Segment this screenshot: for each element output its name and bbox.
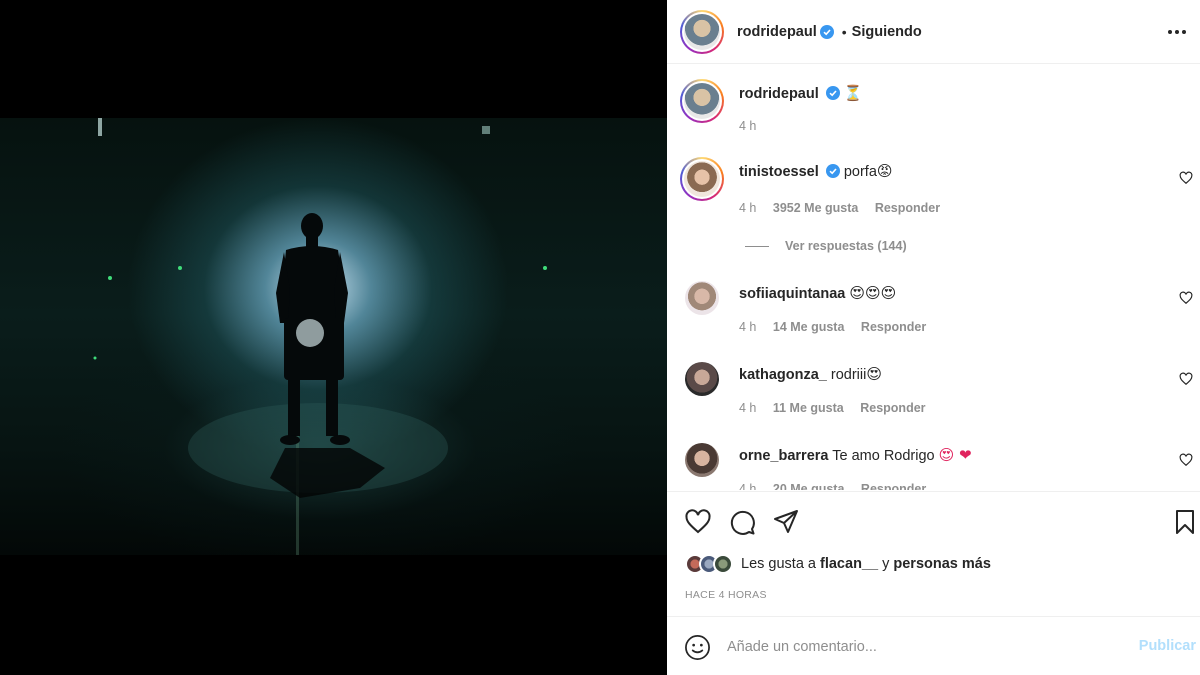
post-photo[interactable] (0, 118, 667, 555)
comment-time: 4 h (739, 401, 757, 415)
view-replies-button[interactable]: Ver respuestas (144) (745, 239, 907, 253)
comment-avatar[interactable] (685, 281, 719, 315)
likes-and: y (882, 556, 890, 572)
likes-summary[interactable]: Les gusta a flacan__ y personas más (685, 554, 991, 574)
comment-emoji: 😍 ❤ (938, 446, 972, 464)
comment-username[interactable]: sofiiaquintanaa (739, 286, 845, 302)
comment-avatar[interactable] (685, 362, 719, 396)
following-button[interactable]: Siguiendo (852, 24, 922, 40)
reply-button[interactable]: Responder (860, 401, 925, 415)
comment-item: orne_barrera Te amo Rodrigo 😍 ❤ 4 h 20 M… (667, 441, 1200, 490)
more-icon[interactable] (1166, 22, 1188, 42)
likes-others[interactable]: personas más (893, 556, 991, 572)
comment-emoji: 😍 (866, 365, 882, 383)
verified-icon (819, 24, 834, 39)
post-actions: Les gusta a flacan__ y personas más HACE… (667, 491, 1200, 616)
post-timestamp: HACE 4 HORAS (685, 589, 767, 601)
bookmark-icon[interactable] (1171, 508, 1199, 536)
reply-button[interactable]: Responder (861, 482, 926, 490)
comment-emoji: 😍😍😍 (849, 284, 897, 302)
caption: rodridepaul ⏳ 4 h (667, 79, 1200, 139)
comment-item: sofiiaquintanaa 😍😍😍 4 h 14 Me gusta Resp… (667, 279, 1200, 339)
liker-avatar (713, 554, 733, 574)
comment-likes[interactable]: 14 Me gusta (773, 320, 845, 334)
share-icon[interactable] (772, 508, 800, 536)
post-side-pane: rodridepaul • Siguiendo rodridepaul ⏳ 4 … (667, 0, 1200, 675)
comment-avatar[interactable] (680, 157, 724, 201)
heart-icon[interactable] (684, 508, 712, 536)
verified-icon (825, 164, 840, 178)
author-avatar[interactable] (680, 9, 724, 54)
comment-likes[interactable]: 20 Me gusta (773, 482, 845, 490)
comment-username[interactable]: orne_barrera (739, 448, 828, 464)
comment-time: 4 h (739, 482, 757, 490)
caption-username[interactable]: rodridepaul (739, 86, 819, 102)
comment-composer: Publicar (667, 616, 1200, 675)
caption-time: 4 h (739, 119, 757, 133)
comment-input[interactable] (727, 636, 1107, 658)
publish-button[interactable]: Publicar (1139, 638, 1196, 654)
reply-button[interactable]: Responder (861, 320, 926, 334)
follow-separator: • (841, 23, 847, 40)
comment-text: Te amo Rodrigo (832, 448, 935, 464)
comment-icon[interactable] (728, 508, 756, 536)
comments-list[interactable]: rodridepaul ⏳ 4 h tinistoessel porfa😡 4 … (667, 65, 1200, 490)
comment-item: tinistoessel porfa😡 4 h 3952 Me gusta Re… (667, 157, 1200, 267)
heart-icon[interactable] (1179, 291, 1193, 305)
comment-item: kathagonza_ rodriii😍 4 h 11 Me gusta Res… (667, 360, 1200, 420)
caption-text: ⏳ (843, 84, 863, 102)
likes-prefix: Les gusta a (741, 556, 816, 572)
post-media-pane (0, 0, 667, 675)
reply-button[interactable]: Responder (875, 201, 940, 215)
view-replies-label: Ver respuestas (144) (785, 239, 907, 253)
comment-text: porfa (843, 164, 877, 180)
smile-icon[interactable] (684, 634, 711, 661)
comment-time: 4 h (739, 201, 757, 215)
likes-user[interactable]: flacan__ (820, 556, 878, 572)
comment-likes[interactable]: 11 Me gusta (773, 401, 844, 415)
comment-likes[interactable]: 3952 Me gusta (773, 201, 858, 215)
heart-icon[interactable] (1179, 372, 1193, 386)
comment-time: 4 h (739, 320, 757, 334)
heart-icon[interactable] (1179, 171, 1193, 185)
caption-avatar[interactable] (680, 79, 724, 123)
comment-username[interactable]: kathagonza_ (739, 367, 827, 383)
comment-avatar[interactable] (685, 443, 719, 477)
heart-icon[interactable] (1179, 453, 1193, 467)
author-username[interactable]: rodridepaul (737, 24, 817, 40)
verified-icon (825, 86, 840, 100)
comment-text: rodriii (830, 367, 867, 383)
comment-username[interactable]: tinistoessel (739, 164, 819, 180)
post-header: rodridepaul • Siguiendo (667, 0, 1200, 64)
comment-emoji: 😡 (876, 162, 893, 180)
